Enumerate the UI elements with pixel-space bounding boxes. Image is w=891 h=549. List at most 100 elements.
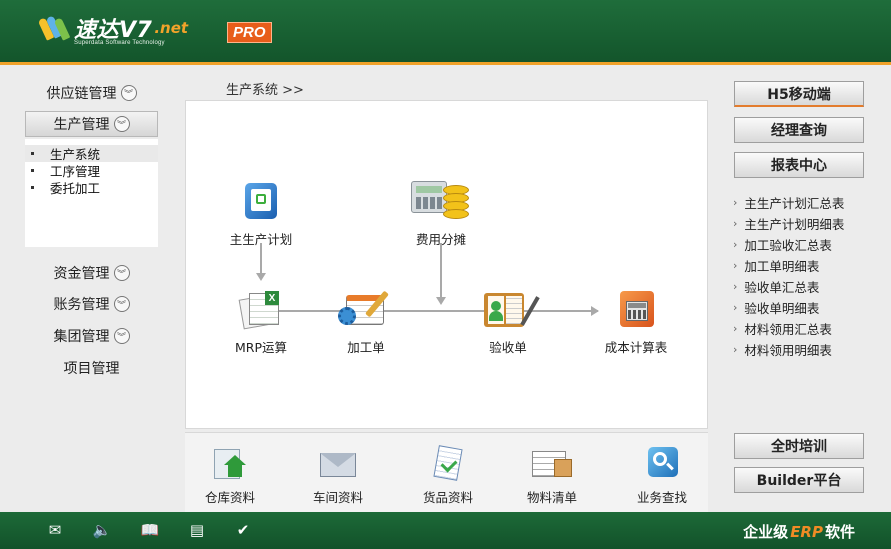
report-label: 加工单明细表 <box>744 259 820 274</box>
bullet-icon <box>31 152 34 155</box>
bom-list-icon <box>528 445 576 481</box>
report-link[interactable]: › 主生产计划明细表 <box>733 213 844 234</box>
speaker-icon[interactable]: 🔈 <box>92 521 112 539</box>
report-label: 主生产计划明细表 <box>744 217 845 232</box>
sidebar-item-label: 账务管理 <box>53 297 110 313</box>
logo-mark-icon <box>37 15 72 41</box>
logo-net: .net <box>154 19 189 37</box>
manager-query-button[interactable]: 经理查询 <box>734 117 864 143</box>
report-label: 验收单汇总表 <box>744 280 820 295</box>
chevron-right-icon: › <box>733 196 738 209</box>
h5-mobile-button[interactable]: H5移动端 <box>734 81 864 107</box>
sidebar-item-group[interactable]: 集团管理 ︾ <box>25 323 158 349</box>
builder-platform-button[interactable]: Builder平台 <box>734 467 864 493</box>
bullet-icon <box>31 186 34 189</box>
submenu-item-outsourcing[interactable]: 委托加工 <box>25 179 158 196</box>
bullet-icon <box>31 169 34 172</box>
flow-node-master-plan[interactable]: 主生产计划 <box>206 181 316 248</box>
brand-prefix: 企业级 <box>743 523 789 541</box>
app-header: 速达V7 .net Superdata Software Technology … <box>0 0 891 62</box>
warehouse-icon <box>210 445 250 481</box>
quick-links-bar: 仓库资料 车间资料 货品资料 物料清单 业务查找 <box>185 432 708 512</box>
process-order-icon <box>334 289 398 331</box>
cost-calculator-icon <box>612 289 660 331</box>
report-label: 加工验收汇总表 <box>744 238 832 253</box>
submenu-item-process-mgmt[interactable]: 工序管理 <box>25 162 158 179</box>
node-label: 费用分摊 <box>415 232 466 247</box>
report-link[interactable]: › 材料领用汇总表 <box>733 318 844 339</box>
master-plan-icon <box>237 181 285 223</box>
report-label: 材料领用汇总表 <box>744 322 832 337</box>
footer-brand: 企业级 ERP 软件 <box>743 521 855 542</box>
brand-suffix: 软件 <box>824 523 855 541</box>
sidebar-item-project[interactable]: 项目管理 <box>25 355 158 381</box>
book-icon[interactable]: 📖 <box>140 521 160 539</box>
quick-link-label: 业务查找 <box>636 490 687 505</box>
chevron-right-icon: › <box>733 217 738 230</box>
chevron-right-icon: › <box>733 322 738 335</box>
calculator-coins-icon <box>409 177 473 223</box>
flow-node-process-order[interactable]: 加工单 <box>311 289 421 356</box>
flow-connector <box>440 243 442 301</box>
left-sidebar: 供应链管理 ︾ 生产管理 ︾ 资金管理 ︾ 账务管理 ︾ 集团管理 ︾ 项目管理 <box>0 65 170 512</box>
flow-node-mrp[interactable]: X MRP运算 <box>206 289 316 356</box>
training-button[interactable]: 全时培训 <box>734 433 864 459</box>
chevron-right-icon: › <box>733 259 738 272</box>
quick-link-goods[interactable]: 货品资料 <box>403 445 493 506</box>
mail-icon[interactable]: ✉ <box>45 521 65 539</box>
flow-node-cost-allocation[interactable]: 费用分摊 <box>386 177 496 248</box>
submenu-label: 委托加工 <box>50 181 101 196</box>
goods-clipboard-icon <box>428 445 468 481</box>
node-label: 主生产计划 <box>229 232 293 247</box>
submenu-item-production-system[interactable]: 生产系统 <box>25 145 158 162</box>
brand-erp: ERP <box>790 523 823 541</box>
sidebar-item-supply-chain[interactable]: 供应链管理 ︾ <box>25 80 158 106</box>
quick-link-label: 仓库资料 <box>204 490 255 505</box>
arrow-down-icon <box>256 273 266 281</box>
report-center-button[interactable]: 报表中心 <box>734 152 864 178</box>
node-label: 加工单 <box>347 340 385 355</box>
flow-node-inspection[interactable]: 验收单 <box>453 289 563 356</box>
app-footer: ✉ 🔈 📖 ▤ ✔ 企业级 ERP 软件 <box>0 512 891 549</box>
breadcrumb: 生产系统 >> <box>226 83 304 98</box>
report-link[interactable]: › 验收单明细表 <box>733 297 844 318</box>
quick-link-label: 车间资料 <box>312 490 363 505</box>
logo-subtitle: Superdata Software Technology <box>74 40 165 46</box>
quick-link-label: 物料清单 <box>526 490 577 505</box>
search-icon <box>642 445 682 481</box>
quick-link-bom[interactable]: 物料清单 <box>507 445 597 506</box>
report-link[interactable]: › 加工验收汇总表 <box>733 234 844 255</box>
quick-link-label: 货品资料 <box>422 490 473 505</box>
sidebar-item-production[interactable]: 生产管理 ︾ <box>25 111 158 137</box>
spreadsheet-docs-icon: X <box>237 289 285 331</box>
sidebar-item-label: 资金管理 <box>53 266 110 282</box>
sidebar-item-accounting[interactable]: 账务管理 ︾ <box>25 291 158 317</box>
sidebar-item-label: 生产管理 <box>53 117 110 133</box>
sidebar-item-funds[interactable]: 资金管理 ︾ <box>25 260 158 286</box>
flow-node-cost-sheet[interactable]: 成本计算表 <box>581 289 691 356</box>
chevron-down-icon: ︾ <box>113 116 130 132</box>
node-label: 验收单 <box>489 340 527 355</box>
node-label: MRP运算 <box>234 340 287 355</box>
sidebar-item-label: 项目管理 <box>63 361 120 377</box>
chevron-down-icon: ︾ <box>113 328 130 344</box>
quick-link-search[interactable]: 业务查找 <box>617 445 707 506</box>
chevron-right-icon: › <box>733 238 738 251</box>
quick-link-warehouse[interactable]: 仓库资料 <box>185 445 275 506</box>
report-link[interactable]: › 主生产计划汇总表 <box>733 192 844 213</box>
chevron-down-icon: ︾ <box>120 85 137 101</box>
report-label: 材料领用明细表 <box>744 343 832 358</box>
chevron-right-icon: › <box>733 343 738 356</box>
check-circle-icon[interactable]: ✔ <box>233 521 253 539</box>
report-link[interactable]: › 验收单汇总表 <box>733 276 844 297</box>
report-link[interactable]: › 加工单明细表 <box>733 255 844 276</box>
node-label: 成本计算表 <box>604 340 668 355</box>
quick-link-workshop[interactable]: 车间资料 <box>293 445 383 506</box>
chevron-right-icon: › <box>733 280 738 293</box>
clipboard-icon[interactable]: ▤ <box>187 521 207 539</box>
production-submenu: 生产系统 工序管理 委托加工 <box>25 139 158 247</box>
sidebar-item-label: 供应链管理 <box>46 86 117 102</box>
workshop-envelope-icon <box>316 445 360 481</box>
report-link[interactable]: › 材料领用明细表 <box>733 339 844 360</box>
chevron-down-icon: ︾ <box>113 265 130 281</box>
